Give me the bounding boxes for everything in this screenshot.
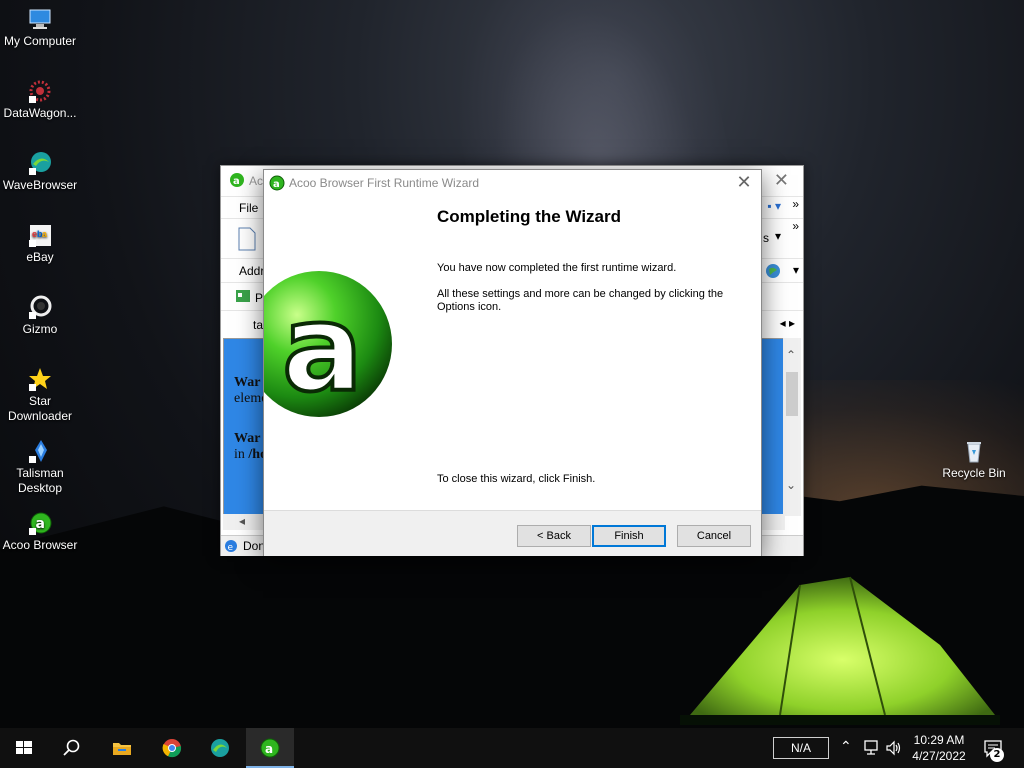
desktop-icon-label: Star Downloader — [7, 394, 73, 423]
svg-text:a: a — [36, 516, 45, 532]
close-icon[interactable]: ✕ — [735, 172, 753, 193]
chevron-right-icon[interactable]: » — [792, 219, 799, 233]
recycle-bin-icon — [961, 438, 987, 464]
desktop-icon-acoo-browser[interactable]: a Acoo Browser — [0, 510, 80, 553]
ie-page-icon: e — [225, 540, 237, 553]
talisman-icon — [27, 438, 53, 464]
chevron-down-icon[interactable]: ⌄ — [786, 478, 796, 492]
cancel-button[interactable]: Cancel — [677, 525, 751, 547]
browser-title: Ac — [249, 174, 264, 188]
datawagon-icon — [27, 78, 53, 104]
desktop-icon-label: Recycle Bin — [942, 466, 1006, 480]
clock[interactable]: 10:29 AM 4/27/2022 — [900, 732, 978, 764]
desktop-icon-label: Talisman Desktop — [16, 466, 64, 495]
toolbar-icon[interactable]: ▪ ▾ — [767, 199, 781, 213]
wizard-paragraph-close: To close this wizard, click Finish. — [437, 473, 596, 485]
chevron-up-icon[interactable]: ⌃ — [786, 348, 796, 362]
desktop-icon-recycle-bin[interactable]: Recycle Bin — [934, 438, 1014, 481]
wizard-heading: Completing the Wizard — [437, 207, 622, 226]
wizard-paragraph-settings: All these settings and more can be chang… — [437, 288, 724, 313]
address-label: Addr — [239, 264, 265, 278]
scrollbar-thumb[interactable] — [786, 372, 798, 416]
desktop-icon-gizmo[interactable]: Gizmo — [0, 294, 80, 337]
wizard-dialog: a Acoo Browser First Runtime Wizard ✕ a … — [263, 169, 762, 556]
desktop-icon-label: Gizmo — [22, 322, 58, 336]
ebay-icon: eba — [27, 222, 53, 248]
acoo-icon: a — [260, 738, 280, 758]
taskbar-acoo-browser[interactable]: a — [246, 728, 294, 768]
chevron-right-icon[interactable]: » — [792, 197, 799, 211]
svg-text:e: e — [228, 543, 234, 553]
menu-file[interactable]: File — [239, 201, 258, 215]
logo-letter: a — [282, 280, 363, 419]
back-button[interactable]: < Back — [517, 525, 591, 547]
wavebrowser-icon — [211, 739, 229, 757]
chevron-down-icon[interactable]: ▾ — [775, 229, 781, 243]
desktop-icon-star-downloader[interactable]: Star Downloader — [0, 366, 80, 424]
desktop-icon-talisman[interactable]: Talisman Desktop — [0, 438, 80, 496]
taskbar-wavebrowser[interactable] — [196, 728, 244, 768]
star-icon — [27, 366, 53, 392]
desktop-icon-label: Acoo Browser — [2, 538, 78, 552]
chevron-down-icon[interactable]: ▾ — [793, 263, 799, 277]
wizard-title-bar[interactable]: a Acoo Browser First Runtime Wizard ✕ — [264, 170, 761, 196]
close-icon[interactable]: ✕ — [774, 170, 789, 191]
wizard-footer: < Back Finish Cancel — [264, 510, 761, 556]
tab-scroll-icon[interactable]: ◂ ▸ — [780, 316, 795, 330]
chevron-left-icon[interactable]: ◂ — [239, 514, 245, 528]
wizard-paragraph-completed: You have now completed the first runtime… — [437, 262, 677, 274]
notification-count-badge: 2 — [990, 748, 1004, 762]
computer-icon — [27, 6, 53, 32]
warning-label: War — [234, 431, 261, 446]
taskbar-file-explorer[interactable] — [98, 728, 146, 768]
acoo-icon: a — [230, 173, 244, 187]
clock-date: 4/27/2022 — [912, 749, 966, 763]
taskbar-chrome[interactable] — [148, 728, 196, 768]
desktop-icon-datawagon[interactable]: DataWagon... — [0, 78, 80, 121]
desktop-icon-label: My Computer — [3, 34, 77, 48]
toolbar-label: s — [763, 231, 769, 245]
folder-icon — [113, 743, 131, 755]
search-button[interactable] — [48, 728, 96, 768]
desktop-icon-label: WaveBrowser — [2, 178, 78, 192]
links-icon — [236, 290, 250, 302]
tab-label[interactable]: ta — [253, 318, 263, 332]
windows-icon — [16, 741, 32, 754]
desktop-icon-wavebrowser[interactable]: WaveBrowser — [0, 150, 80, 193]
desktop-icon-label: DataWagon... — [3, 106, 77, 120]
warning-label: War — [234, 375, 261, 390]
desktop-icon-ebay[interactable]: eba eBay — [0, 222, 80, 265]
network-icon[interactable] — [862, 739, 880, 757]
svg-text:a: a — [233, 176, 240, 187]
desktop-icon-my-computer[interactable]: My Computer — [0, 6, 80, 49]
chevron-up-icon[interactable]: ⌃ — [840, 738, 852, 755]
vertical-scrollbar[interactable]: ⌃ ⌄ — [783, 338, 801, 516]
chrome-icon — [162, 739, 182, 758]
clock-time: 10:29 AM — [913, 733, 965, 747]
acoo-icon: a — [27, 510, 53, 536]
wizard-title: Acoo Browser First Runtime Wizard — [289, 176, 480, 190]
warning-text: in — [234, 447, 245, 462]
globe-icon[interactable] — [765, 263, 781, 279]
finish-button[interactable]: Finish — [592, 525, 666, 547]
svg-text:a: a — [265, 742, 273, 756]
desktop-icon-label: eBay — [26, 250, 54, 264]
status-text: Don — [243, 539, 266, 553]
svg-text:a: a — [273, 179, 280, 190]
taskbar: a N/A ⌃ 10:29 AM 4/27/2022 2 — [0, 728, 1024, 768]
wavebrowser-icon — [27, 150, 53, 176]
language-indicator[interactable]: N/A — [773, 737, 829, 759]
start-button[interactable] — [0, 728, 48, 768]
search-icon — [63, 739, 80, 756]
acoo-logo-icon: a — [264, 256, 394, 432]
acoo-icon: a — [269, 175, 285, 191]
tent-image — [680, 576, 1000, 725]
new-page-icon[interactable] — [237, 227, 257, 251]
gizmo-icon — [27, 294, 53, 320]
